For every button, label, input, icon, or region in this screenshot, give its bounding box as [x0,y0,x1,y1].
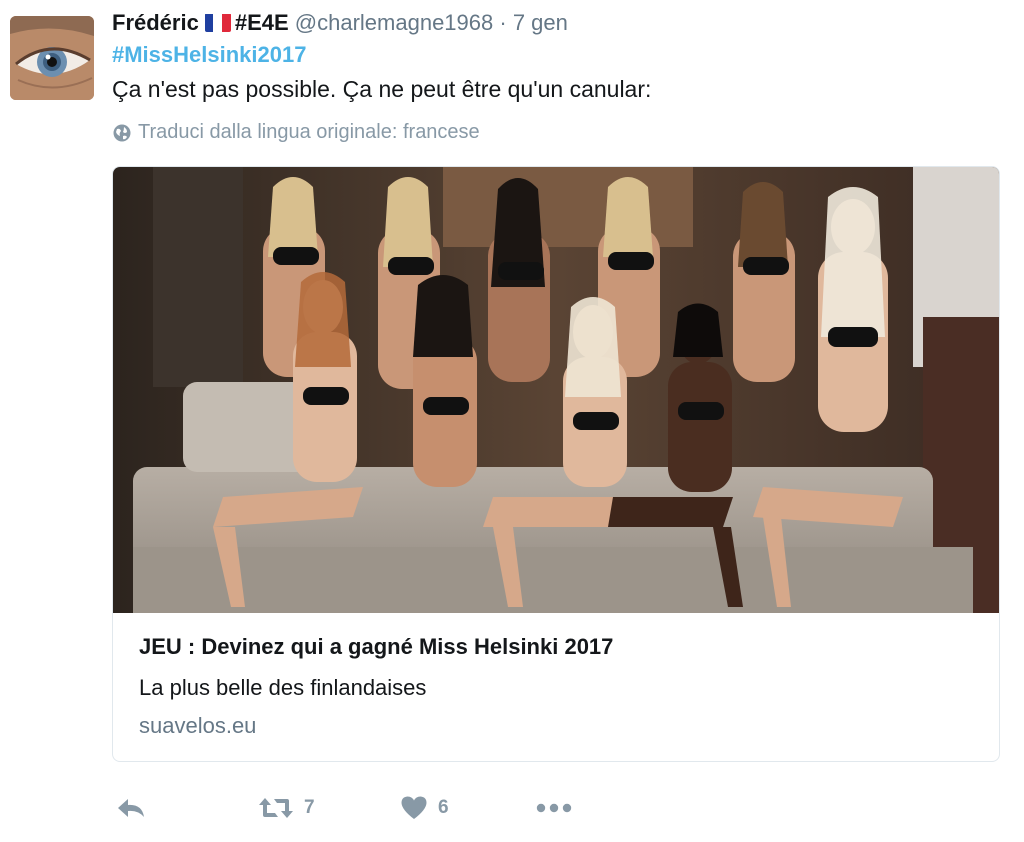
tweet-header: Frédéric #E4E @charlemagne1968 · 7 gen [112,10,568,36]
translate-link[interactable]: Traduci dalla lingua originale: francese [112,121,480,144]
more-icon [536,803,572,813]
avatar[interactable] [10,16,94,100]
reply-button[interactable] [116,790,146,826]
tweet: Frédéric #E4E @charlemagne1968 · 7 gen #M… [0,0,1024,842]
link-card[interactable]: JEU : Devinez qui a gagné Miss Helsinki … [112,166,1000,762]
user-handle[interactable]: @charlemagne1968 [295,10,493,35]
user-name[interactable]: Frédéric [112,10,199,35]
heart-icon [401,796,427,819]
globe-icon [113,124,131,141]
user-tag: #E4E [234,10,289,35]
retweet-button[interactable]: 7 [258,790,315,826]
card-title: JEU : Devinez qui a gagné Miss Helsinki … [139,634,614,659]
translate-label: Traduci dalla lingua originale: francese [138,121,480,143]
france-flag-icon [204,13,231,32]
tweet-text: Ça n'est pas possible. Ça ne peut être q… [112,76,652,102]
like-count: 6 [438,797,449,818]
retweet-count: 7 [304,797,315,818]
card-domain: suavelos.eu [139,713,257,738]
more-button[interactable] [536,790,572,826]
timestamp[interactable]: 7 gen [513,10,568,35]
separator-dot: · [499,10,507,35]
like-button[interactable]: 6 [400,790,449,826]
avatar-eye-image [10,16,94,100]
card-description: La plus belle des finlandaises [139,675,427,700]
card-photo [113,167,999,613]
retweet-icon [259,798,293,818]
hashtag-link[interactable]: #MissHelsinki2017 [112,42,306,68]
reply-icon [118,799,144,817]
